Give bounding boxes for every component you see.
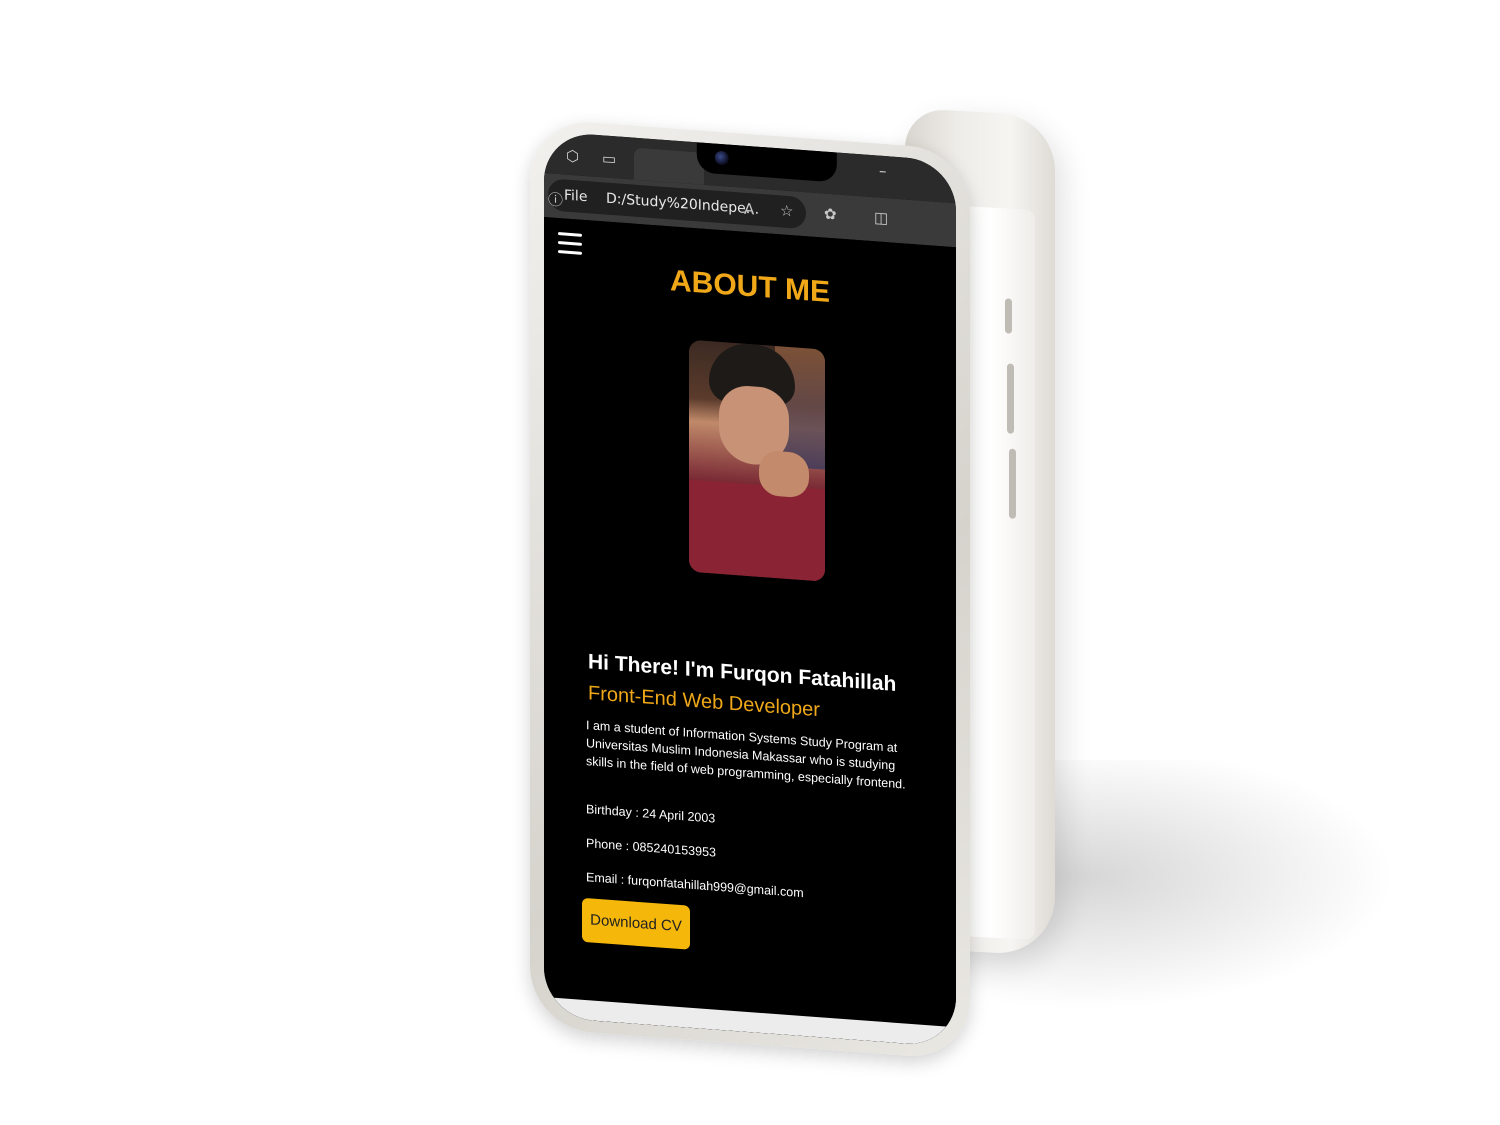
favorite-star-icon[interactable]: ☆ bbox=[780, 201, 793, 220]
side-button bbox=[1007, 363, 1014, 434]
minimize-icon[interactable]: – bbox=[879, 162, 887, 181]
camera-icon bbox=[714, 150, 729, 166]
page-content: ABOUT ME Hi There! I'm Furqon Fatahillah… bbox=[544, 217, 956, 1048]
section-title: ABOUT ME bbox=[670, 264, 830, 310]
phone-text: Phone : 085240153953 bbox=[586, 836, 716, 860]
email-text: Email : furqonfatahillah999@gmail.com bbox=[586, 870, 804, 901]
side-button bbox=[1005, 298, 1012, 334]
tab-actions-icon[interactable]: ▭ bbox=[602, 149, 616, 168]
phone-screen: ⬡ ▭ + – ⓘ File D:/Study%20Indepe... A ☆ … bbox=[544, 131, 956, 1048]
side-button bbox=[1009, 448, 1016, 519]
extensions-icon[interactable]: ✿ bbox=[824, 205, 837, 224]
scheme-label: File bbox=[564, 187, 588, 206]
url-text[interactable]: D:/Study%20Indepe... bbox=[606, 191, 759, 218]
workspaces-icon[interactable]: ⬡ bbox=[566, 147, 579, 166]
info-icon[interactable]: ⓘ bbox=[548, 188, 563, 210]
download-cv-button[interactable]: Download CV bbox=[582, 897, 690, 950]
profile-photo bbox=[689, 339, 825, 582]
birthday-text: Birthday : 24 April 2003 bbox=[586, 802, 716, 826]
tab-active[interactable] bbox=[634, 147, 704, 185]
split-screen-icon[interactable]: ◫ bbox=[874, 208, 888, 227]
bio-paragraph: I am a student of Information Systems St… bbox=[586, 718, 906, 792]
phone-device: ⬡ ▭ + – ⓘ File D:/Study%20Indepe... A ☆ … bbox=[530, 118, 970, 1061]
read-aloud-icon[interactable]: A bbox=[744, 200, 754, 219]
